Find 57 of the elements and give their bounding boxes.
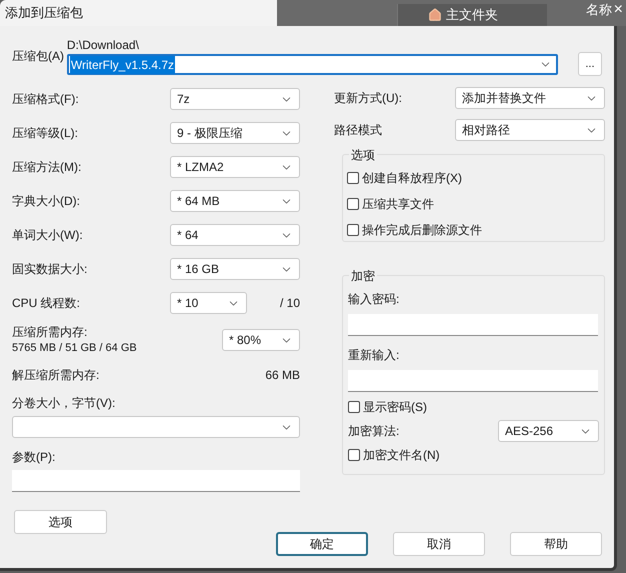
checkbox-option[interactable]: 加密文件名(N) xyxy=(348,442,599,468)
options-button[interactable]: 选项 xyxy=(14,510,107,534)
checkbox[interactable] xyxy=(347,172,359,184)
password-field[interactable] xyxy=(348,370,598,392)
field-label: 压缩所需内存: xyxy=(12,324,88,340)
checkbox-option[interactable]: 显示密码(S) xyxy=(348,394,599,420)
dropdown[interactable]: AES-256 xyxy=(498,420,599,442)
dropdown[interactable]: 相对路径 xyxy=(455,119,605,141)
checkbox-option[interactable]: 压缩共享文件 xyxy=(347,191,600,217)
dropdown[interactable]: 9 - 极限压缩 xyxy=(170,122,300,144)
field-label: 压缩等级(L): xyxy=(12,125,78,142)
dropdown[interactable]: * 80% xyxy=(222,329,300,351)
field-label: 重新输入: xyxy=(348,348,400,362)
folder-path: D:\Download\ xyxy=(66,37,140,54)
field-label: 字典大小(D): xyxy=(12,193,80,210)
dropdown[interactable]: 添加并替换文件 xyxy=(455,87,605,109)
password-field[interactable] xyxy=(348,314,598,336)
window-title: 添加到压缩包 xyxy=(5,4,83,22)
checkbox[interactable] xyxy=(347,224,359,236)
browse-button[interactable]: ... xyxy=(578,52,602,76)
dialog-button[interactable]: 确定 xyxy=(276,532,368,556)
memory-value: 66 MB xyxy=(265,367,300,384)
dropdown[interactable]: * 10 xyxy=(170,292,247,314)
group-title: 选项 xyxy=(349,146,377,164)
field-label: 固实数据大小: xyxy=(12,261,88,278)
archive-name-field[interactable]: WriterFly_v1.5.4.7z xyxy=(66,54,558,75)
home-icon xyxy=(428,8,442,22)
field-label: 路径模式 xyxy=(334,122,382,139)
dropdown[interactable]: * 16 GB xyxy=(170,258,300,280)
checkbox-option[interactable]: 创建自释放程序(X) xyxy=(347,165,600,191)
field-label: 加密算法: xyxy=(348,423,400,440)
field-label: 输入密码: xyxy=(348,291,400,308)
folder-tab[interactable]: 主文件夹 xyxy=(397,4,547,26)
close-button[interactable]: × xyxy=(614,2,623,18)
field-label: 更新方式(U): xyxy=(334,90,402,107)
thread-total: / 10 xyxy=(280,295,300,312)
dropdown[interactable]: 7z xyxy=(170,88,300,110)
field-label: 参数(P): xyxy=(12,449,56,466)
field-label: CPU 线程数: xyxy=(12,296,80,310)
dialog-button[interactable]: 取消 xyxy=(393,532,485,556)
checkbox[interactable] xyxy=(347,198,359,210)
field-label: 解压缩所需内存: xyxy=(12,367,100,384)
dialog-button[interactable]: 帮助 xyxy=(510,532,602,556)
field-label: 分卷大小，字节(V): xyxy=(12,395,116,412)
column-header: 名称 xyxy=(586,1,612,19)
memory-usage: 5765 MB / 51 GB / 64 GB xyxy=(12,341,137,356)
checkbox[interactable] xyxy=(348,401,360,413)
checkbox-option[interactable]: 操作完成后删除源文件 xyxy=(347,217,600,243)
dropdown[interactable]: * 64 xyxy=(170,224,300,246)
field-label: 压缩格式(F): xyxy=(12,91,79,108)
dropdown[interactable]: * LZMA2 xyxy=(170,156,300,178)
checkbox[interactable] xyxy=(348,449,360,461)
field-label: 单词大小(W): xyxy=(12,227,83,244)
field-label: 压缩方法(M): xyxy=(12,159,82,176)
field-label: 压缩包(A) xyxy=(12,49,64,63)
parameters-field[interactable] xyxy=(12,470,300,492)
dropdown[interactable]: * 64 MB xyxy=(170,190,300,212)
